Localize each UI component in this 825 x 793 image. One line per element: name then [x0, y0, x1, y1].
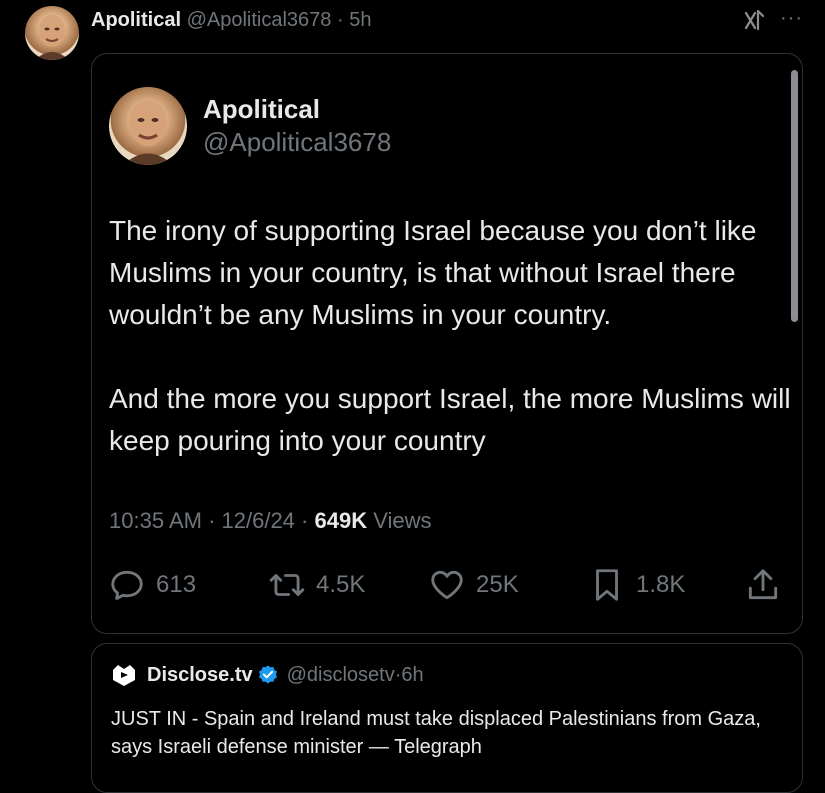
outer-author-name[interactable]: Apolitical: [91, 9, 181, 31]
like-button[interactable]: 25K: [428, 565, 519, 605]
embedded-author-handle[interactable]: @disclosetv: [287, 664, 395, 687]
reply-icon: [111, 570, 143, 600]
embedded-separator: ·: [394, 663, 402, 686]
reply-button[interactable]: 613: [108, 565, 196, 605]
quoted-author-name[interactable]: Apolitical: [203, 94, 320, 125]
outer-author-handle[interactable]: @Apolitical3678: [187, 9, 332, 31]
tweet-paragraph: And the more you support Israel, the mor…: [109, 383, 791, 456]
retweet-button[interactable]: 4.5K: [268, 565, 365, 605]
heart-icon: [431, 570, 463, 600]
reply-count: 613: [156, 571, 197, 598]
outer-avatar[interactable]: [25, 6, 79, 60]
quoted-tweet-text: The irony of supporting Israel because y…: [109, 210, 799, 462]
tweet-paragraph: The irony of supporting Israel because y…: [109, 215, 757, 330]
verified-badge-icon: [258, 665, 277, 684]
retweet-count: 4.5K: [316, 571, 366, 598]
outer-separator: ·: [331, 9, 350, 31]
share-icon: [748, 569, 778, 600]
quoted-avatar[interactable]: [109, 87, 187, 165]
bookmark-button[interactable]: 1.8K: [588, 565, 685, 605]
outer-timestamp[interactable]: 5h: [349, 9, 371, 31]
retweet-icon: [269, 574, 305, 596]
quoted-author-handle[interactable]: @Apolitical3678: [203, 127, 391, 158]
views-label: Views: [367, 508, 432, 533]
tweet-meta: 10:35 AM · 12/6/24 · 649K Views: [109, 508, 431, 534]
bookmark-count: 1.8K: [636, 571, 686, 598]
bookmark-icon: [596, 569, 618, 601]
disclosetv-logo-icon: [113, 665, 135, 686]
meta-dot: ·: [294, 508, 315, 533]
embedded-tweet-text: JUST IN - Spain and Ireland must take di…: [111, 708, 761, 758]
share-button[interactable]: [744, 565, 792, 605]
like-count: 25K: [476, 571, 519, 598]
avatar-portrait-icon: [123, 100, 173, 165]
tweet-time[interactable]: 10:35 AM: [109, 508, 202, 533]
tweet-date[interactable]: 12/6/24: [222, 508, 295, 533]
embedded-author-name[interactable]: Disclose.tv: [147, 664, 253, 687]
outer-tweet-header: Apolitical @Apolitical3678 · 5h: [91, 8, 371, 32]
embedded-timestamp[interactable]: 6h: [401, 664, 423, 687]
avatar-portrait-icon: [35, 15, 69, 60]
tweet-actions: 613 4.5K 25K 1.8K: [108, 565, 788, 605]
embedded-tweet-header: Disclose.tv @disclosetv · 6h: [111, 662, 424, 688]
more-icon[interactable]: ···: [780, 8, 804, 32]
meta-dot: ·: [201, 508, 222, 533]
views-count: 649K: [314, 508, 368, 533]
grok-icon[interactable]: [743, 8, 767, 32]
